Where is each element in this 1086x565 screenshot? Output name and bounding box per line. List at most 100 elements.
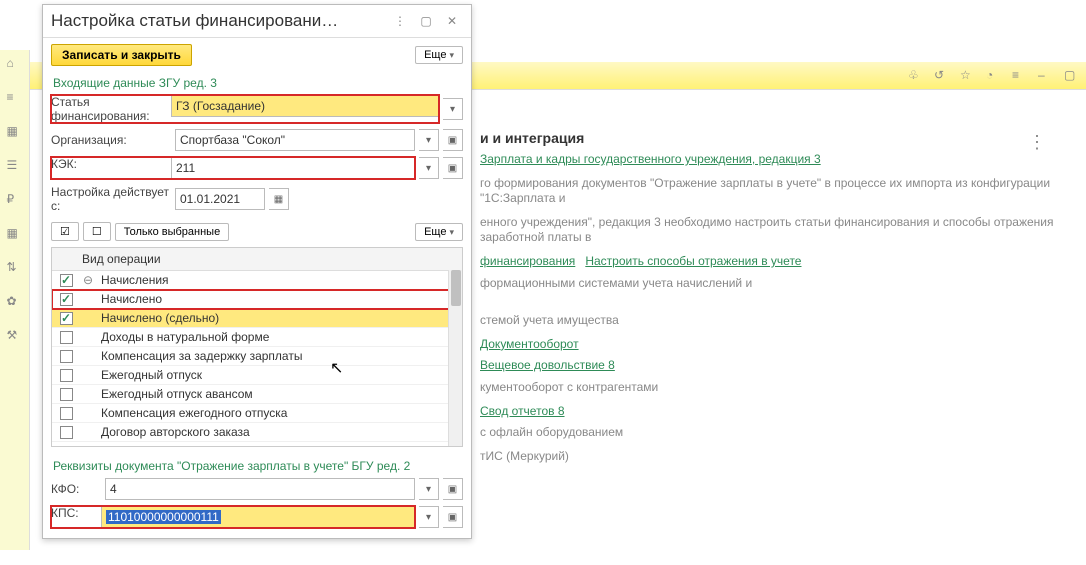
- kek-input[interactable]: 211: [171, 157, 415, 179]
- dialog-title: Настройка статьи финансировани…: [51, 11, 385, 31]
- kfo-label: КФО:: [51, 482, 101, 496]
- check-all-button[interactable]: ☑: [51, 222, 79, 241]
- bg-line8: кументооборот с контрагентами: [480, 380, 1066, 396]
- more-ops-button[interactable]: Еще: [415, 223, 463, 241]
- operation-label: Начисления: [97, 273, 169, 287]
- uncheck-all-button[interactable]: ☐: [83, 222, 111, 241]
- section-requisites: Реквизиты документа "Отражение зарплаты …: [43, 455, 471, 475]
- history-icon[interactable]: ↺: [934, 68, 950, 84]
- operation-label: Начислено: [81, 292, 162, 306]
- operation-checkbox[interactable]: [60, 388, 73, 401]
- bg-link-reflection[interactable]: Настроить способы отражения в учете: [585, 254, 801, 268]
- table-row[interactable]: Доходы в натуральной форме: [52, 328, 462, 347]
- minimize-icon[interactable]: –: [1038, 68, 1054, 84]
- operation-checkbox[interactable]: [60, 312, 73, 325]
- open-icon[interactable]: ▣: [443, 129, 463, 151]
- operation-checkbox[interactable]: [60, 350, 73, 363]
- bg-line4: формационными системами учета начислений…: [480, 276, 1066, 292]
- table-row[interactable]: Компенсация за задержку зарплаты: [52, 347, 462, 366]
- operation-label: Компенсация за задержку зарплаты: [81, 349, 302, 363]
- tools-icon[interactable]: ⚒: [7, 328, 23, 344]
- dropdown-icon[interactable]: ▾: [419, 157, 439, 179]
- operation-checkbox[interactable]: [60, 274, 73, 287]
- dropdown-icon[interactable]: ▾: [419, 506, 439, 528]
- open-icon[interactable]: ▣: [443, 157, 463, 179]
- arrows-icon[interactable]: ⇅: [7, 260, 23, 276]
- section-incoming: Входящие данные ЗГУ ред. 3: [43, 72, 471, 92]
- kps-label: КПС:: [51, 506, 101, 528]
- grid-icon[interactable]: ▦: [7, 124, 23, 140]
- valid-from-input[interactable]: 01.01.2021: [175, 188, 265, 210]
- left-rail: ⌂ ≡ ▦ ☰ ₽ ▦ ⇅ ✿ ⚒: [0, 50, 30, 550]
- financing-article-dialog: Настройка статьи финансировани… ⋮ ▢ ✕ За…: [42, 4, 472, 539]
- background-content: и и интеграция Зарплата и кадры государс…: [480, 130, 1066, 472]
- bg-link9[interactable]: Свод отчетов 8: [480, 404, 565, 418]
- kek-label: КЭК:: [51, 157, 171, 179]
- operation-label: Компенсация ежегодного отпуска: [81, 406, 287, 420]
- bg-link7[interactable]: Вещевое довольствие 8: [480, 358, 615, 372]
- operation-label: Доходы в натуральной форме: [81, 330, 269, 344]
- restore-icon[interactable]: ▢: [415, 11, 437, 31]
- bg-desc-1: го формирования документов "Отражение за…: [480, 176, 1066, 207]
- bg-heading: и и интеграция: [480, 130, 1066, 146]
- list-icon[interactable]: ≡: [7, 90, 23, 106]
- users-icon[interactable]: ☰: [7, 158, 23, 174]
- valid-from-label: Настройка действует с:: [51, 185, 171, 213]
- bg-line5: стемой учета имущества: [480, 313, 1066, 329]
- operation-label: Начислено (сдельно): [81, 311, 219, 325]
- dropdown-icon[interactable]: ▾: [443, 98, 463, 120]
- operation-label: Договор авторского заказа: [81, 425, 250, 439]
- dropdown-icon[interactable]: ▾: [419, 129, 439, 151]
- kfo-input[interactable]: 4: [105, 478, 415, 500]
- collapse-icon[interactable]: ⊖: [81, 273, 95, 287]
- bg-link-config[interactable]: Зарплата и кадры государственного учрежд…: [480, 152, 821, 166]
- open-icon[interactable]: ▣: [443, 506, 463, 528]
- bg-desc-2: енного учреждения", редакция 3 необходим…: [480, 215, 1066, 246]
- bg-link-financing[interactable]: финансирования: [480, 254, 575, 268]
- financing-article-label: Статья финансирования:: [51, 95, 171, 123]
- kps-input[interactable]: 11010000000000111: [101, 506, 415, 528]
- more-button[interactable]: Еще: [415, 46, 463, 64]
- operation-checkbox[interactable]: [60, 407, 73, 420]
- menu-icon[interactable]: ≡: [1012, 68, 1028, 84]
- operation-label: Ежегодный отпуск: [81, 368, 202, 382]
- home-icon[interactable]: ⌂: [7, 56, 23, 72]
- close-icon[interactable]: ✕: [441, 11, 463, 31]
- help-icon[interactable]: ◔: [986, 68, 1002, 84]
- dropdown-icon[interactable]: ▾: [419, 478, 439, 500]
- bg-line11: тИС (Меркурий): [480, 449, 1066, 465]
- operation-checkbox[interactable]: [60, 331, 73, 344]
- calendar-icon[interactable]: ▦: [7, 226, 23, 242]
- table-row[interactable]: ⊖Начисления: [52, 271, 462, 290]
- ruble-icon[interactable]: ₽: [7, 192, 23, 208]
- save-close-button[interactable]: Записать и закрыть: [51, 44, 192, 66]
- organization-label: Организация:: [51, 133, 171, 147]
- financing-article-input[interactable]: ГЗ (Госзадание): [171, 95, 439, 117]
- table-row[interactable]: Начислено: [52, 290, 462, 309]
- table-row[interactable]: Компенсация ежегодного отпуска: [52, 404, 462, 423]
- bg-line10: с офлайн оборудованием: [480, 425, 1066, 441]
- table-row[interactable]: Договор авторского заказа: [52, 423, 462, 442]
- bg-link6[interactable]: Документооборот: [480, 337, 579, 351]
- bell-icon[interactable]: ♧: [908, 68, 924, 84]
- ops-column-header: Вид операции: [52, 248, 462, 271]
- kebab-icon[interactable]: ⋮: [1028, 132, 1046, 153]
- scrollbar[interactable]: [448, 270, 462, 446]
- table-row[interactable]: Ежегодный отпуск: [52, 366, 462, 385]
- table-row[interactable]: Ежегодный отпуск авансом: [52, 385, 462, 404]
- operations-table: Вид операции ⊖Начисления Начислено Начисле…: [51, 247, 463, 447]
- organization-input[interactable]: Спортбаза "Сокол": [175, 129, 415, 151]
- operation-checkbox[interactable]: [60, 426, 73, 439]
- kebab-icon[interactable]: ⋮: [389, 11, 411, 31]
- only-selected-button[interactable]: Только выбранные: [115, 223, 229, 241]
- window-icon[interactable]: ▢: [1064, 68, 1080, 84]
- star-icon[interactable]: ☆: [960, 68, 976, 84]
- table-row[interactable]: Начислено (сдельно): [52, 309, 462, 328]
- operation-checkbox[interactable]: [60, 369, 73, 382]
- operation-label: Ежегодный отпуск авансом: [81, 387, 253, 401]
- operation-checkbox[interactable]: [60, 293, 73, 306]
- open-icon[interactable]: ▣: [443, 478, 463, 500]
- settings-icon[interactable]: ✿: [7, 294, 23, 310]
- operations-list[interactable]: ⊖Начисления Начислено Начислено (сдельно) Д…: [52, 271, 462, 447]
- calendar-icon[interactable]: ▦: [269, 188, 289, 210]
